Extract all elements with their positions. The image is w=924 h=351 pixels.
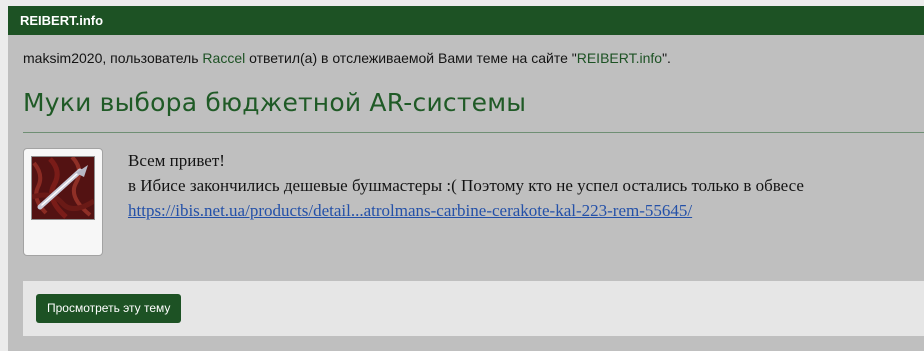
post-line-greeting: Всем привет! bbox=[128, 151, 225, 170]
thread-title[interactable]: Муки выбора бюджетной AR-системы bbox=[23, 88, 526, 117]
title-divider bbox=[23, 132, 924, 133]
replier-link[interactable]: Raccel bbox=[202, 50, 245, 66]
view-thread-button[interactable]: Просмотреть эту тему bbox=[36, 294, 182, 323]
notification-text: maksim2020, пользователь Raccel ответил(… bbox=[23, 50, 671, 66]
email-card: REIBERT.info maksim2020, пользователь Ra… bbox=[8, 6, 924, 351]
site-label[interactable]: REIBERT.info bbox=[20, 13, 103, 28]
post-link[interactable]: https://ibis.net.ua/products/detail...at… bbox=[128, 198, 804, 223]
post-line-body: в Ибисе закончились дешевые бушмастеры :… bbox=[128, 176, 804, 195]
action-footer: Просмотреть эту тему bbox=[23, 281, 924, 336]
site-header-bar: REIBERT.info bbox=[8, 6, 924, 35]
user-avatar-image[interactable] bbox=[31, 156, 95, 220]
notification-text-after-user: ответил(а) в отслеживаемой Вами теме на … bbox=[245, 50, 577, 66]
notification-text-before-user: , пользователь bbox=[102, 50, 203, 66]
notification-username: maksim2020 bbox=[23, 50, 103, 66]
avatar-picture bbox=[32, 157, 94, 219]
notification-text-end: ". bbox=[662, 50, 671, 66]
post-content: Всем привет! в Ибисе закончились дешевые… bbox=[128, 148, 804, 223]
site-link[interactable]: REIBERT.info bbox=[577, 50, 662, 66]
avatar-frame bbox=[23, 148, 103, 256]
